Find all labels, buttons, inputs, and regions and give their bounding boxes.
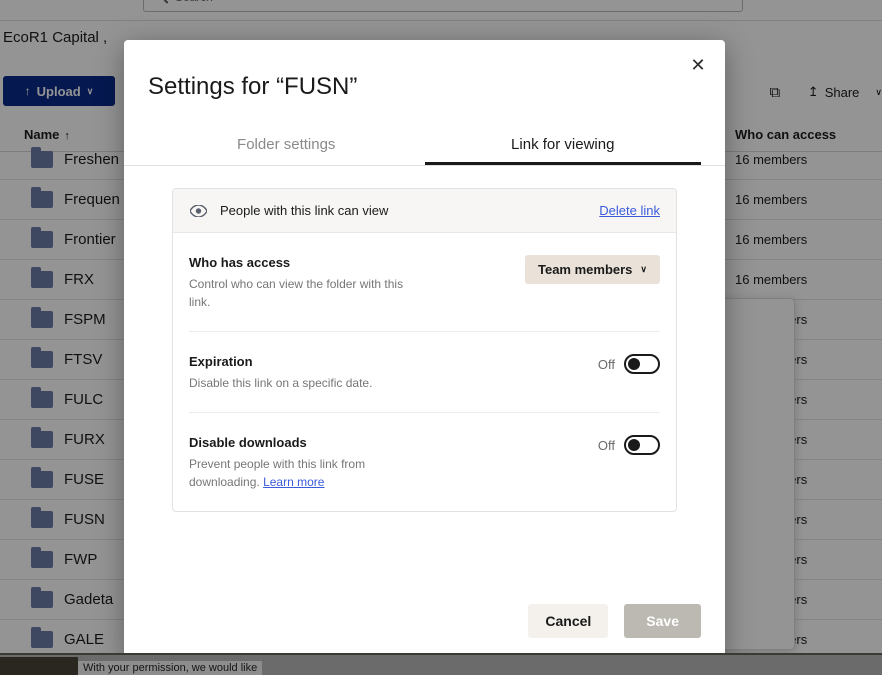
- who-has-access-dropdown[interactable]: Team members ∨: [525, 255, 660, 284]
- settings-modal: ✕ Settings for “FUSN” Folder settings Li…: [124, 40, 725, 660]
- expiration-toggle-state: Off: [598, 357, 615, 372]
- delete-link-button[interactable]: Delete link: [599, 203, 660, 218]
- setting-who-has-access-text: Who has access Control who can view the …: [189, 255, 525, 311]
- modal-tabs: Folder settings Link for viewing: [124, 127, 725, 166]
- setting-expiration-text: Expiration Disable this link on a specif…: [189, 354, 598, 392]
- setting-who-has-access-desc: Control who can view the folder with thi…: [189, 275, 404, 311]
- save-button[interactable]: Save: [624, 604, 701, 638]
- cancel-button[interactable]: Cancel: [528, 604, 608, 638]
- tab-folder-settings[interactable]: Folder settings: [148, 127, 425, 165]
- who-has-access-dropdown-value: Team members: [538, 262, 632, 277]
- disable-downloads-toggle-wrap: Off: [598, 435, 660, 455]
- setting-disable-downloads: Disable downloads Prevent people with th…: [189, 412, 660, 511]
- expiration-toggle[interactable]: [624, 354, 660, 374]
- disable-downloads-toggle-state: Off: [598, 438, 615, 453]
- chevron-down-icon: ∨: [640, 264, 647, 275]
- setting-expiration: Expiration Disable this link on a specif…: [189, 331, 660, 412]
- link-settings-card: People with this link can view Delete li…: [172, 188, 677, 512]
- expiration-toggle-wrap: Off: [598, 354, 660, 374]
- cookie-banner-text: With your permission, we would like: [78, 661, 262, 675]
- link-card-header-label: People with this link can view: [220, 203, 586, 218]
- close-icon[interactable]: ✕: [685, 52, 711, 78]
- learn-more-link[interactable]: Learn more: [263, 475, 324, 489]
- setting-who-has-access-title: Who has access: [189, 255, 507, 270]
- cookie-banner-accent: [0, 657, 78, 675]
- setting-expiration-title: Expiration: [189, 354, 580, 369]
- eye-icon: [189, 202, 207, 220]
- setting-disable-downloads-desc: Prevent people with this link from downl…: [189, 455, 404, 491]
- setting-who-has-access: Who has access Control who can view the …: [189, 233, 660, 331]
- toggle-knob: [628, 358, 640, 370]
- link-card-header: People with this link can view Delete li…: [173, 189, 676, 233]
- setting-disable-downloads-text: Disable downloads Prevent people with th…: [189, 435, 598, 491]
- setting-disable-downloads-title: Disable downloads: [189, 435, 580, 450]
- page-title: Settings for “FUSN”: [148, 73, 725, 101]
- setting-expiration-desc: Disable this link on a specific date.: [189, 374, 404, 392]
- tab-link-for-viewing[interactable]: Link for viewing: [425, 127, 702, 165]
- cookie-banner: With your permission, we would like: [0, 653, 882, 675]
- modal-footer: Cancel Save: [124, 604, 725, 660]
- modal-body: People with this link can view Delete li…: [124, 166, 725, 604]
- disable-downloads-toggle[interactable]: [624, 435, 660, 455]
- screen: 🔍 Search EcoR1 Capital , ↑ Upload ∨ ⧉ ↥ …: [0, 0, 882, 675]
- toggle-knob: [628, 439, 640, 451]
- link-card-body: Who has access Control who can view the …: [173, 233, 676, 511]
